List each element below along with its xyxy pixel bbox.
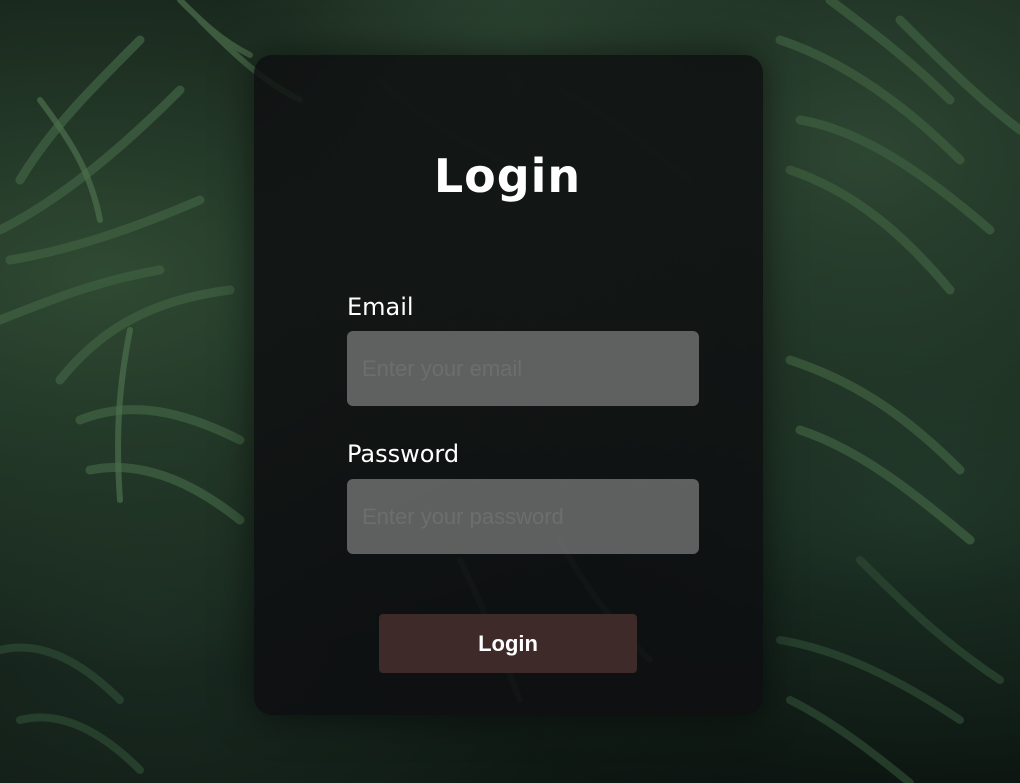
password-label: Password — [347, 440, 460, 468]
login-title: Login — [433, 149, 582, 203]
password-field[interactable] — [347, 479, 699, 554]
email-label: Email — [347, 293, 414, 321]
login-button[interactable]: Login — [379, 614, 637, 673]
email-field[interactable] — [347, 331, 699, 406]
